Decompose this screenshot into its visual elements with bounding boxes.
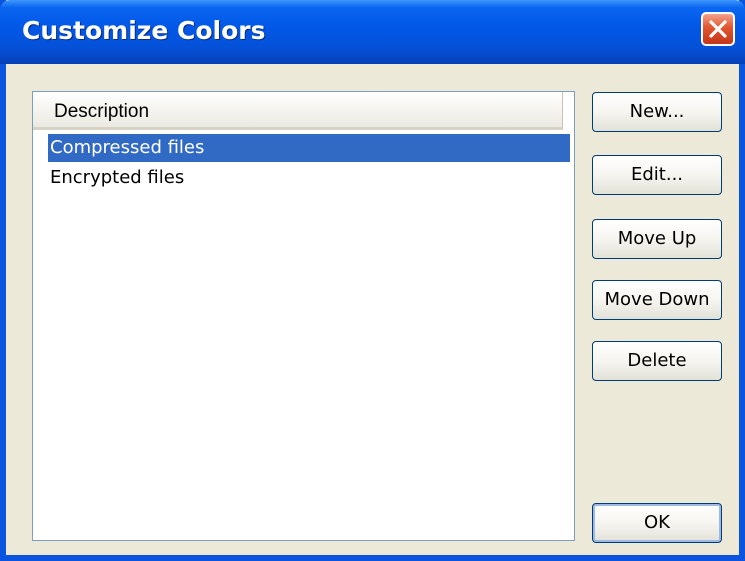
column-header-label: Description (54, 101, 150, 122)
edit-button[interactable]: Edit... (592, 155, 722, 195)
list-item-encrypted-files[interactable]: Encrypted files (48, 164, 570, 192)
close-icon (709, 20, 727, 38)
move-up-button[interactable]: Move Up (592, 219, 722, 259)
delete-button[interactable]: Delete (592, 341, 722, 381)
ok-button[interactable]: OK (592, 503, 722, 543)
column-header-description[interactable]: Description (33, 92, 563, 130)
new-button[interactable]: New... (592, 92, 722, 132)
close-button[interactable] (701, 12, 735, 46)
list-item-compressed-files[interactable]: Compressed files (48, 134, 570, 162)
move-down-button[interactable]: Move Down (592, 280, 722, 320)
window-title: Customize Colors (22, 16, 266, 45)
title-bar[interactable]: Customize Colors (0, 0, 745, 64)
customize-colors-dialog: Customize Colors Description Compressed … (0, 0, 745, 561)
color-rules-list[interactable]: Description Compressed files Encrypted f… (32, 91, 575, 541)
